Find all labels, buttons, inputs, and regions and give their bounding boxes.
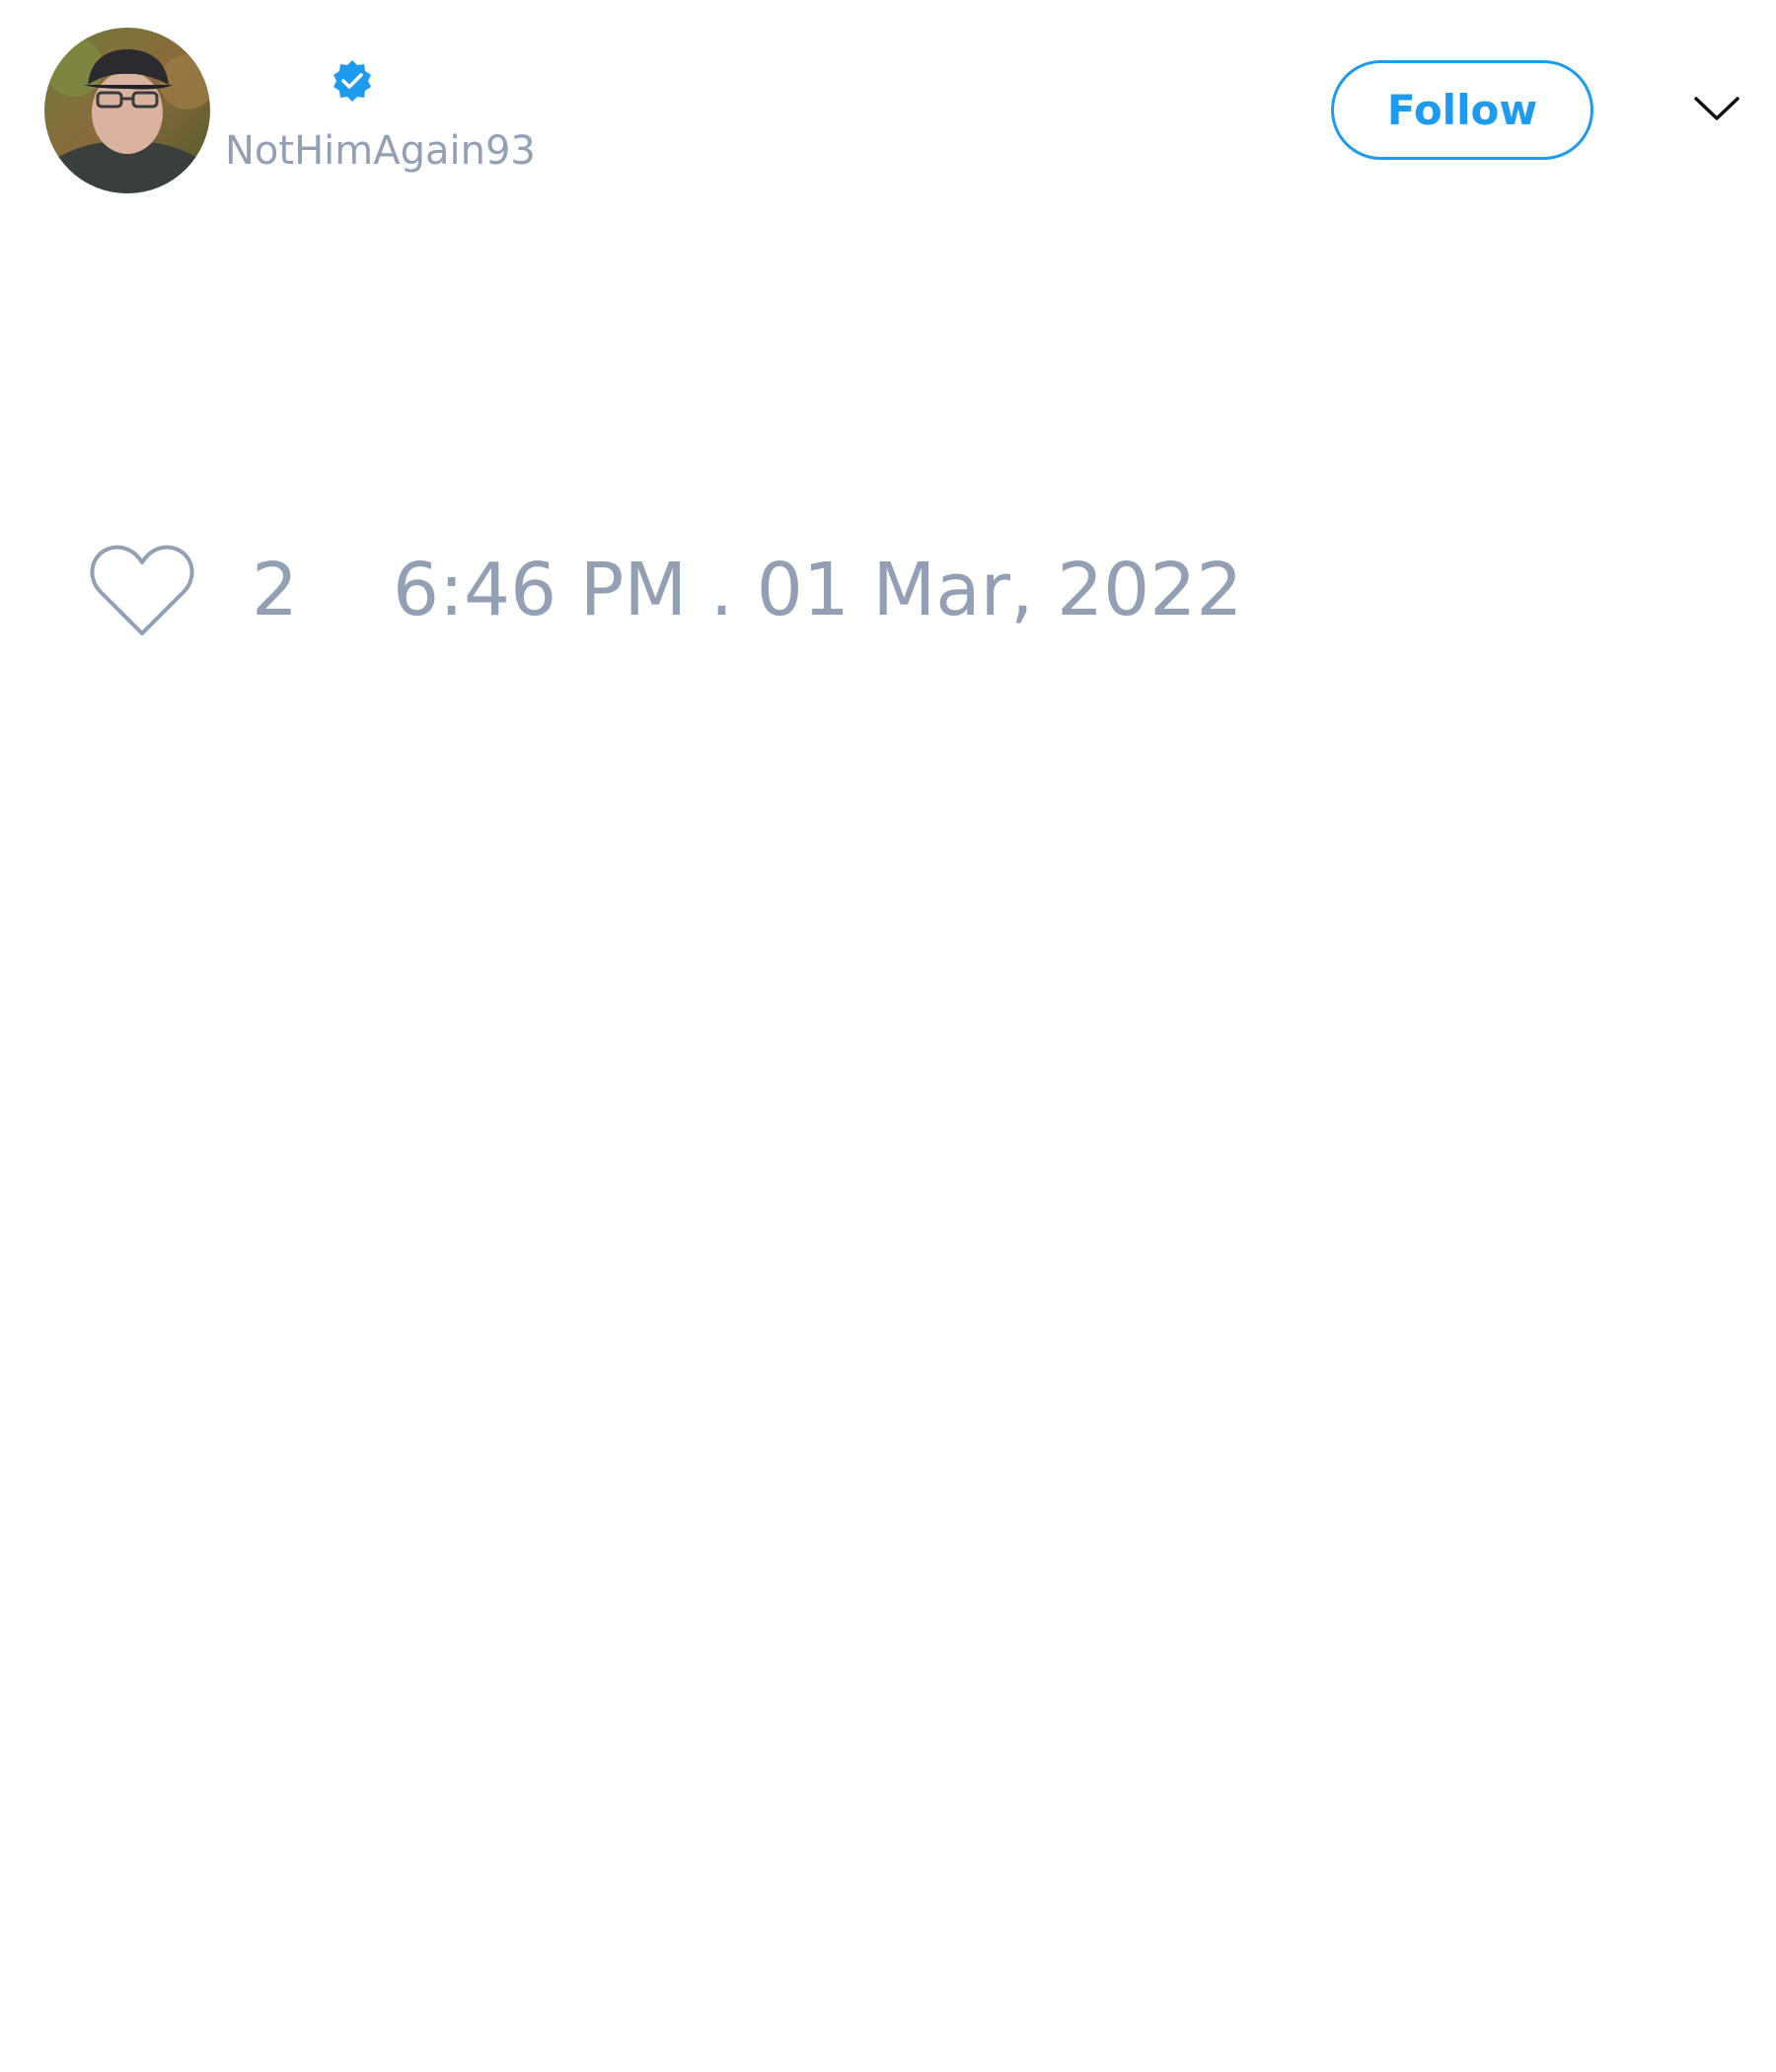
tweet-timestamp[interactable]: 6:46 PM . 01 Mar, 2022 — [393, 551, 1242, 629]
avatar[interactable] — [44, 28, 210, 193]
follow-button[interactable]: Follow — [1331, 60, 1593, 160]
chevron-down-icon[interactable] — [1692, 91, 1741, 126]
like-count: 2 — [252, 548, 299, 632]
heart-icon[interactable] — [89, 543, 195, 637]
author-handle[interactable]: NotHimAgain93 — [225, 126, 536, 176]
verified-badge-icon — [330, 58, 375, 104]
